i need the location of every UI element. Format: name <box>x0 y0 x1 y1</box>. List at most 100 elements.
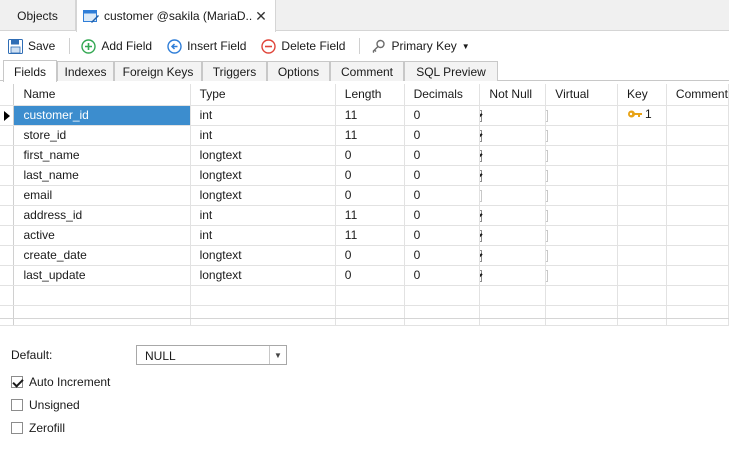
default-value-combobox[interactable]: NULL ▼ <box>136 345 287 365</box>
field-decimals-cell[interactable]: 0 <box>404 105 481 126</box>
column-header-type[interactable]: Type <box>190 84 336 106</box>
field-virtual-cell[interactable] <box>545 225 619 246</box>
table-row[interactable]: create_date longtext 0 0 <box>0 245 729 266</box>
field-key-cell[interactable] <box>617 185 667 206</box>
field-comment-cell[interactable] <box>666 165 729 186</box>
field-decimals-cell[interactable]: 0 <box>404 245 481 266</box>
field-type-cell[interactable]: longtext <box>190 185 336 206</box>
field-decimals-cell[interactable]: 0 <box>404 205 481 226</box>
field-key-cell[interactable] <box>617 145 667 166</box>
not-null-checkbox[interactable] <box>479 209 483 222</box>
not-null-checkbox[interactable] <box>479 269 483 282</box>
add-field-button[interactable]: Add Field <box>80 35 152 57</box>
field-name-cell[interactable]: active <box>13 225 191 246</box>
field-type-cell[interactable]: longtext <box>190 145 336 166</box>
tab-options[interactable]: Options <box>267 61 330 81</box>
field-decimals-cell[interactable]: 0 <box>404 265 481 286</box>
virtual-checkbox[interactable] <box>545 269 549 282</box>
field-length-cell[interactable]: 11 <box>335 225 405 246</box>
field-name-cell[interactable]: email <box>13 185 191 206</box>
column-header-virtual[interactable]: Virtual <box>545 84 619 106</box>
field-type-cell[interactable]: int <box>190 105 336 126</box>
not-null-checkbox[interactable] <box>479 129 483 142</box>
field-not-null-cell[interactable] <box>479 205 547 226</box>
table-row[interactable]: address_id int 11 0 <box>0 205 729 226</box>
field-not-null-cell[interactable] <box>479 245 547 266</box>
virtual-checkbox[interactable] <box>545 149 549 162</box>
column-header-comment[interactable]: Comment <box>666 84 729 106</box>
unsigned-checkbox[interactable] <box>11 399 23 411</box>
field-key-cell[interactable] <box>617 125 667 146</box>
virtual-checkbox[interactable] <box>545 109 549 122</box>
field-decimals-cell[interactable]: 0 <box>404 145 481 166</box>
tab-foreign-keys[interactable]: Foreign Keys <box>114 61 202 81</box>
tab-triggers[interactable]: Triggers <box>202 61 267 81</box>
table-row[interactable]: last_update longtext 0 0 <box>0 265 729 286</box>
column-header-name[interactable]: Name <box>13 84 191 106</box>
field-length-cell[interactable]: 0 <box>335 185 405 206</box>
table-row[interactable]: first_name longtext 0 0 <box>0 145 729 166</box>
column-header-length[interactable]: Length <box>335 84 405 106</box>
field-length-cell[interactable]: 11 <box>335 105 405 126</box>
virtual-checkbox[interactable] <box>545 229 549 242</box>
field-virtual-cell[interactable] <box>545 265 619 286</box>
table-row[interactable]: active int 11 0 <box>0 225 729 246</box>
field-virtual-cell[interactable] <box>545 145 619 166</box>
field-name-cell[interactable]: address_id <box>13 205 191 226</box>
field-type-cell[interactable]: longtext <box>190 265 336 286</box>
field-key-cell[interactable]: 1 <box>617 105 667 126</box>
column-header-not-null[interactable]: Not Null <box>479 84 547 106</box>
field-decimals-cell[interactable]: 0 <box>404 225 481 246</box>
field-type-cell[interactable]: int <box>190 225 336 246</box>
field-type-cell[interactable]: int <box>190 205 336 226</box>
virtual-checkbox[interactable] <box>545 189 549 202</box>
tab-fields[interactable]: Fields <box>3 60 57 82</box>
field-type-cell[interactable]: longtext <box>190 165 336 186</box>
field-name-cell[interactable]: last_name <box>13 165 191 186</box>
field-comment-cell[interactable] <box>666 245 729 266</box>
field-virtual-cell[interactable] <box>545 245 619 266</box>
virtual-checkbox[interactable] <box>545 129 549 142</box>
not-null-checkbox[interactable] <box>479 149 483 162</box>
field-type-cell[interactable]: longtext <box>190 245 336 266</box>
field-name-cell[interactable]: first_name <box>13 145 191 166</box>
field-length-cell[interactable]: 0 <box>335 165 405 186</box>
field-comment-cell[interactable] <box>666 185 729 206</box>
field-type-cell[interactable]: int <box>190 125 336 146</box>
table-row[interactable]: customer_id int 11 0 1 <box>0 105 729 126</box>
field-length-cell[interactable]: 0 <box>335 265 405 286</box>
chevron-down-icon[interactable]: ▼ <box>269 346 286 364</box>
field-key-cell[interactable] <box>617 245 667 266</box>
field-comment-cell[interactable] <box>666 225 729 246</box>
tab-objects[interactable]: Objects <box>0 0 76 31</box>
not-null-checkbox[interactable] <box>479 109 483 122</box>
field-length-cell[interactable]: 11 <box>335 125 405 146</box>
table-row[interactable]: store_id int 11 0 <box>0 125 729 146</box>
field-length-cell[interactable]: 11 <box>335 205 405 226</box>
field-comment-cell[interactable] <box>666 205 729 226</box>
field-name-cell[interactable]: create_date <box>13 245 191 266</box>
field-decimals-cell[interactable]: 0 <box>404 165 481 186</box>
field-comment-cell[interactable] <box>666 265 729 286</box>
field-not-null-cell[interactable] <box>479 105 547 126</box>
field-length-cell[interactable]: 0 <box>335 145 405 166</box>
close-icon[interactable]: ✕ <box>253 8 269 25</box>
table-row[interactable]: email longtext 0 0 <box>0 185 729 206</box>
field-not-null-cell[interactable] <box>479 125 547 146</box>
field-not-null-cell[interactable] <box>479 145 547 166</box>
field-not-null-cell[interactable] <box>479 225 547 246</box>
field-decimals-cell[interactable]: 0 <box>404 125 481 146</box>
tab-customer-design[interactable]: customer @sakila (MariaD... ✕ <box>76 0 276 32</box>
field-virtual-cell[interactable] <box>545 105 619 126</box>
not-null-checkbox[interactable] <box>479 169 483 182</box>
not-null-checkbox[interactable] <box>479 229 483 242</box>
delete-field-button[interactable]: Delete Field <box>260 35 345 57</box>
field-name-cell[interactable]: customer_id <box>13 105 191 126</box>
save-button[interactable]: Save <box>7 35 55 57</box>
field-decimals-cell[interactable]: 0 <box>404 185 481 206</box>
field-not-null-cell[interactable] <box>479 165 547 186</box>
field-virtual-cell[interactable] <box>545 185 619 206</box>
field-length-cell[interactable]: 0 <box>335 245 405 266</box>
tab-indexes[interactable]: Indexes <box>57 61 114 81</box>
field-not-null-cell[interactable] <box>479 185 547 206</box>
